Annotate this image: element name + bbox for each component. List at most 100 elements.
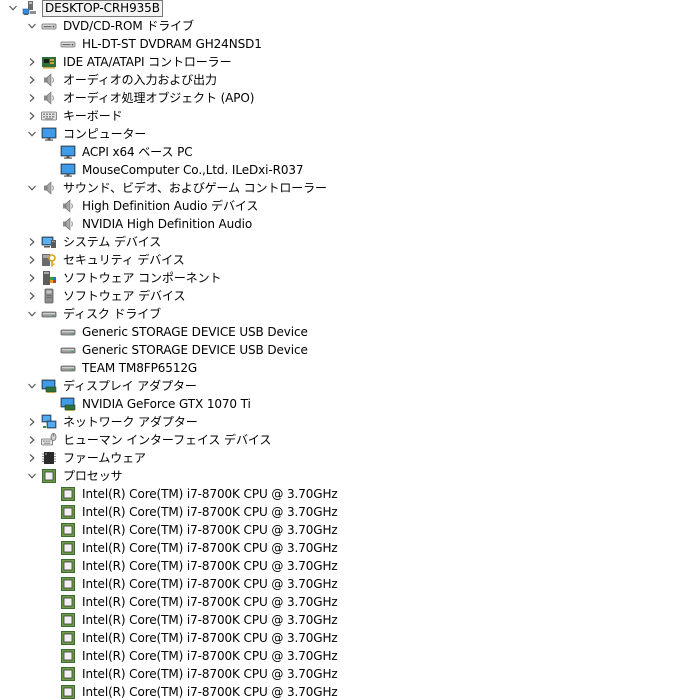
tree-category-apo-5[interactable]: オーディオ処理オブジェクト (APO)	[25, 89, 256, 107]
tree-category-item-24[interactable]: ヒューマン インターフェイス デバイス	[25, 431, 273, 449]
tree-category-item-25[interactable]: ファームウェア	[25, 449, 148, 467]
tree-category-item-16[interactable]: ソフトウェア デバイス	[25, 287, 187, 305]
tree-device-intel-r-core-tm-i7-8700k-cpu-3-70ghz-38[interactable]: Intel(R) Core(TM) i7-8700K CPU @ 3.70GHz	[44, 683, 340, 700]
speaker-icon	[60, 216, 76, 232]
tree-node-label: Generic STORAGE DEVICE USB Device	[82, 325, 308, 339]
tree-device-intel-r-core-tm-i7-8700k-cpu-3-70ghz-36[interactable]: Intel(R) Core(TM) i7-8700K CPU @ 3.70GHz	[44, 647, 340, 665]
tree-node-label: Intel(R) Core(TM) i7-8700K CPU @ 3.70GHz	[82, 541, 338, 555]
tree-category-item-10[interactable]: サウンド、ビデオ、およびゲーム コントローラー	[25, 179, 329, 197]
chevron-down-icon[interactable]	[25, 305, 39, 323]
chevron-down-icon[interactable]	[6, 0, 20, 17]
chevron-right-icon[interactable]	[25, 233, 39, 251]
device-tree[interactable]: DESKTOP-CRH935B DVD/CD-ROM ドライブ HL-DT-ST D…	[0, 0, 688, 700]
tree-category-item-4[interactable]: オーディオの入力および出力	[25, 71, 219, 89]
chevron-right-icon[interactable]	[25, 449, 39, 467]
tree-node-label: ヒューマン インターフェイス デバイス	[63, 433, 272, 447]
speaker-icon	[41, 72, 57, 88]
tree-category-item-6[interactable]: キーボード	[25, 107, 125, 125]
tree-category-item-13[interactable]: システム デバイス	[25, 233, 163, 251]
tree-device-intel-r-core-tm-i7-8700k-cpu-3-70ghz-30[interactable]: Intel(R) Core(TM) i7-8700K CPU @ 3.70GHz	[44, 539, 340, 557]
tree-device-intel-r-core-tm-i7-8700k-cpu-3-70ghz-27[interactable]: Intel(R) Core(TM) i7-8700K CPU @ 3.70GHz	[44, 485, 340, 503]
chevron-right-icon[interactable]	[25, 89, 39, 107]
tree-device-acpi-x64-pc-8[interactable]: ACPI x64 ベース PC	[44, 143, 194, 161]
tree-node-label: High Definition Audio デバイス	[82, 199, 259, 213]
tree-device-hl-dt-st-dvdram-gh24nsd1-2[interactable]: HL-DT-ST DVDRAM GH24NSD1	[44, 35, 264, 53]
tree-node-label: Intel(R) Core(TM) i7-8700K CPU @ 3.70GHz	[82, 523, 338, 537]
speaker-icon	[41, 90, 57, 106]
tree-category-item-15[interactable]: ソフトウェア コンポーネント	[25, 269, 223, 287]
tree-node-label: ファームウェア	[63, 451, 146, 465]
tree-device-nvidia-geforce-gtx-1070-ti-22[interactable]: NVIDIA GeForce GTX 1070 Ti	[44, 395, 253, 413]
processor-icon	[60, 666, 76, 682]
tree-device-high-definition-audio-11[interactable]: High Definition Audio デバイス	[44, 197, 260, 215]
dvd-drive-icon	[41, 18, 57, 34]
tree-node-label: Intel(R) Core(TM) i7-8700K CPU @ 3.70GHz	[82, 649, 338, 663]
tree-category-item-26[interactable]: プロセッサ	[25, 467, 125, 485]
system-device-icon	[41, 234, 57, 250]
tree-node-label: Generic STORAGE DEVICE USB Device	[82, 343, 308, 357]
hid-icon	[41, 432, 57, 448]
tree-category-item-23[interactable]: ネットワーク アダプター	[25, 413, 200, 431]
tree-device-intel-r-core-tm-i7-8700k-cpu-3-70ghz-29[interactable]: Intel(R) Core(TM) i7-8700K CPU @ 3.70GHz	[44, 521, 340, 539]
tree-category-ide-ata-atapi-3[interactable]: IDE ATA/ATAPI コントローラー	[25, 53, 233, 71]
chevron-down-icon[interactable]	[25, 179, 39, 197]
tree-node-label: MouseComputer Co.,Ltd. ILeDxi-R037	[82, 163, 304, 177]
tree-device-intel-r-core-tm-i7-8700k-cpu-3-70ghz-28[interactable]: Intel(R) Core(TM) i7-8700K CPU @ 3.70GHz	[44, 503, 340, 521]
tree-device-intel-r-core-tm-i7-8700k-cpu-3-70ghz-34[interactable]: Intel(R) Core(TM) i7-8700K CPU @ 3.70GHz	[44, 611, 340, 629]
computer-root-icon	[22, 0, 38, 16]
tree-node-label: セキュリティ デバイス	[63, 253, 185, 267]
tree-device-generic-storage-device-usb-device-18[interactable]: Generic STORAGE DEVICE USB Device	[44, 323, 310, 341]
tree-device-intel-r-core-tm-i7-8700k-cpu-3-70ghz-31[interactable]: Intel(R) Core(TM) i7-8700K CPU @ 3.70GHz	[44, 557, 340, 575]
chevron-right-icon[interactable]	[25, 413, 39, 431]
chevron-down-icon[interactable]	[25, 377, 39, 395]
chevron-down-icon[interactable]	[25, 125, 39, 143]
chevron-right-icon[interactable]	[25, 53, 39, 71]
processor-icon	[60, 648, 76, 664]
tree-node-label: IDE ATA/ATAPI コントローラー	[63, 55, 232, 69]
tree-category-item-14[interactable]: セキュリティ デバイス	[25, 251, 187, 269]
tree-device-team-tm8fp6512g-20[interactable]: TEAM TM8FP6512G	[44, 359, 199, 377]
tree-node-label: ACPI x64 ベース PC	[82, 145, 193, 159]
processor-icon	[60, 540, 76, 556]
tree-node-label: Intel(R) Core(TM) i7-8700K CPU @ 3.70GHz	[82, 631, 338, 645]
tree-device-intel-r-core-tm-i7-8700k-cpu-3-70ghz-35[interactable]: Intel(R) Core(TM) i7-8700K CPU @ 3.70GHz	[44, 629, 340, 647]
chevron-right-icon[interactable]	[25, 71, 39, 89]
chevron-down-icon[interactable]	[25, 17, 39, 35]
tree-device-intel-r-core-tm-i7-8700k-cpu-3-70ghz-33[interactable]: Intel(R) Core(TM) i7-8700K CPU @ 3.70GHz	[44, 593, 340, 611]
tree-device-nvidia-high-definition-audio-12[interactable]: NVIDIA High Definition Audio	[44, 215, 254, 233]
tree-root-desktop-crh935b-0[interactable]: DESKTOP-CRH935B	[6, 0, 163, 17]
chevron-right-icon[interactable]	[25, 431, 39, 449]
chevron-right-icon[interactable]	[25, 251, 39, 269]
tree-node-label: プロセッサ	[63, 469, 123, 483]
tree-node-label: サウンド、ビデオ、およびゲーム コントローラー	[63, 181, 327, 195]
tree-device-mousecomputer-co-ltd-iledxi-r037-9[interactable]: MouseComputer Co.,Ltd. ILeDxi-R037	[44, 161, 305, 179]
chevron-right-icon[interactable]	[25, 287, 39, 305]
tree-category-item-21[interactable]: ディスプレイ アダプター	[25, 377, 199, 395]
tree-category-item-7[interactable]: コンピューター	[25, 125, 148, 143]
monitor-icon	[60, 144, 76, 160]
tree-node-label: ソフトウェア デバイス	[63, 289, 186, 303]
tree-device-generic-storage-device-usb-device-19[interactable]: Generic STORAGE DEVICE USB Device	[44, 341, 310, 359]
chevron-right-icon[interactable]	[25, 107, 39, 125]
tree-device-intel-r-core-tm-i7-8700k-cpu-3-70ghz-37[interactable]: Intel(R) Core(TM) i7-8700K CPU @ 3.70GHz	[44, 665, 340, 683]
chevron-down-icon[interactable]	[25, 467, 39, 485]
keyboard-icon	[41, 108, 57, 124]
network-adapter-icon	[41, 414, 57, 430]
tree-category-item-17[interactable]: ディスク ドライブ	[25, 305, 163, 323]
chevron-right-icon[interactable]	[25, 269, 39, 287]
tree-category-dvd-cd-rom-1[interactable]: DVD/CD-ROM ドライブ	[25, 17, 196, 35]
tree-device-intel-r-core-tm-i7-8700k-cpu-3-70ghz-32[interactable]: Intel(R) Core(TM) i7-8700K CPU @ 3.70GHz	[44, 575, 340, 593]
